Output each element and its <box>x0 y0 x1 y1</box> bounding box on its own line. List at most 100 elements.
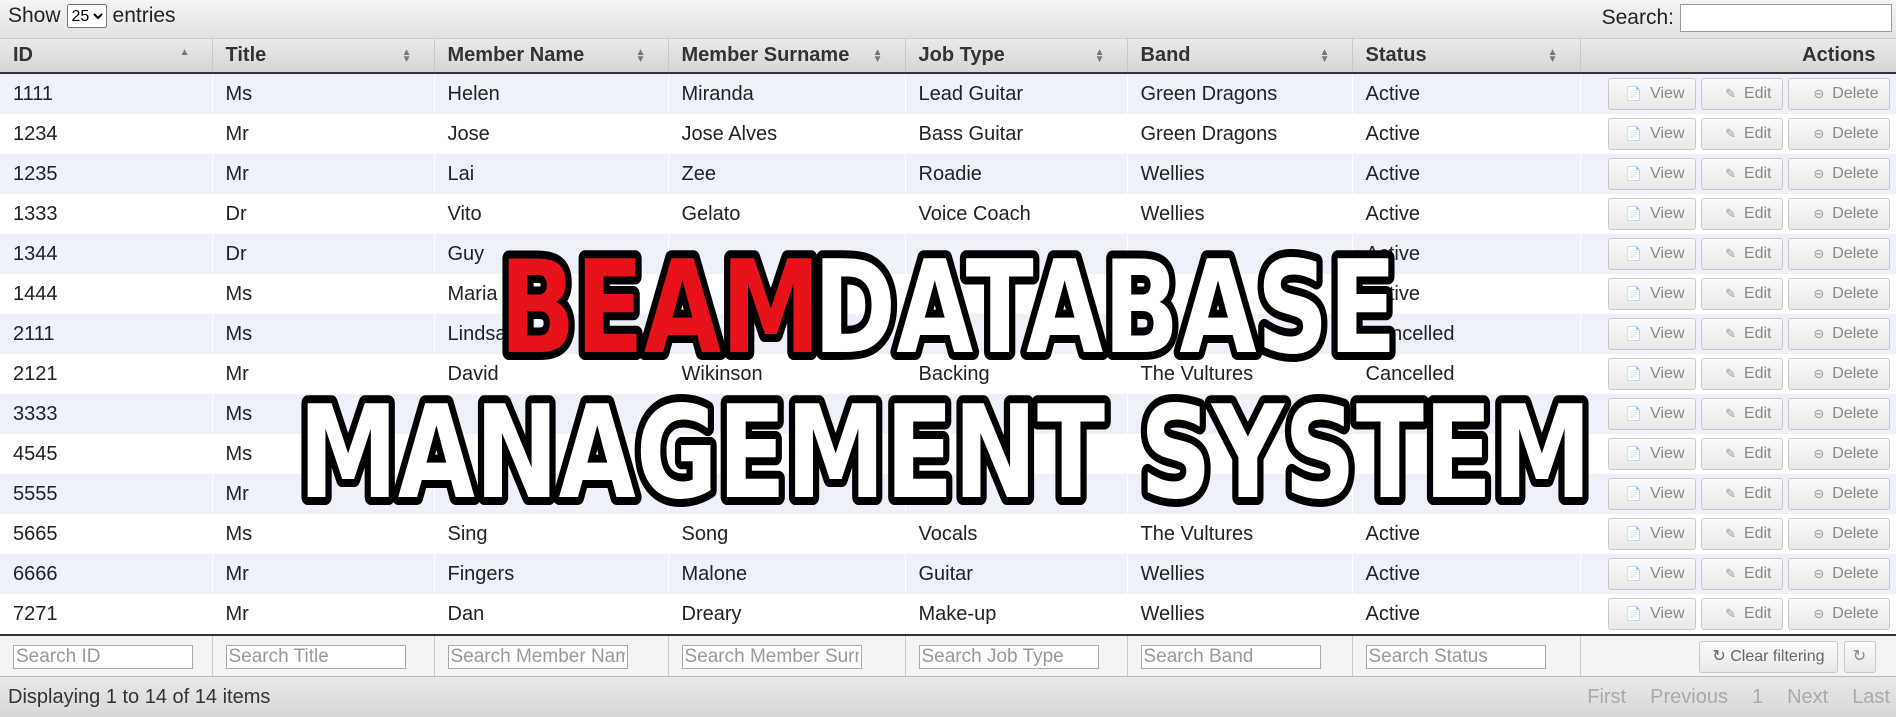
delete-button[interactable]: ⊖ Delete <box>1787 158 1890 190</box>
view-button[interactable]: 📄 View <box>1607 278 1696 310</box>
actions-cell: 📄 View ✎ Edit ⊖ Delete <box>1580 73 1896 114</box>
column-label: Member Name <box>447 44 585 66</box>
filter-job-type-input[interactable] <box>918 645 1099 669</box>
delete-button[interactable]: ⊖ Delete <box>1787 118 1890 150</box>
status-cell: Active <box>1352 274 1580 314</box>
view-button[interactable]: 📄 View <box>1607 238 1696 270</box>
edit-button[interactable]: ✎ Edit <box>1700 78 1783 110</box>
column-label: Title <box>225 44 267 66</box>
edit-button[interactable]: ✎ Edit <box>1700 198 1783 230</box>
delete-button[interactable]: ⊖ Delete <box>1787 558 1890 590</box>
edit-button[interactable]: ✎ Edit <box>1700 598 1783 630</box>
pager-first[interactable]: First <box>1587 686 1626 709</box>
view-button[interactable]: 📄 View <box>1607 358 1696 390</box>
delete-button[interactable]: ⊖ Delete <box>1787 478 1890 510</box>
filter-cell <box>1352 634 1581 678</box>
edit-button[interactable]: ✎ Edit <box>1700 478 1783 510</box>
filter-member-name-input[interactable] <box>447 645 628 669</box>
edit-button[interactable]: ✎ Edit <box>1700 438 1783 470</box>
table-row: 6666 Mr Fingers Malone Guitar Wellies Active 📄 V… <box>0 554 1896 594</box>
pencil-icon: ✎ <box>1725 86 1736 101</box>
edit-button[interactable]: ✎ Edit <box>1700 518 1783 550</box>
view-button[interactable]: 📄 View <box>1607 118 1696 150</box>
job-type-cell <box>905 434 1127 474</box>
pager-page[interactable]: 1 <box>1752 686 1763 709</box>
col-status-header[interactable]: Status ▲ ▼ <box>1352 39 1581 74</box>
table-row: 1111 Ms Helen Miranda Lead Guitar Green Drago… <box>0 73 1896 114</box>
entries-select[interactable]: 25 <box>66 4 107 28</box>
view-button[interactable]: 📄 View <box>1607 598 1696 630</box>
view-button[interactable]: 📄 View <box>1607 78 1696 110</box>
col-member-surname-header[interactable]: Member Surname ▲ ▼ <box>668 39 906 74</box>
delete-button[interactable]: ⊖ Delete <box>1787 198 1890 230</box>
delete-label: Delete <box>1832 245 1879 262</box>
view-button[interactable]: 📄 View <box>1607 438 1696 470</box>
view-button[interactable]: 📄 View <box>1607 158 1696 190</box>
delete-button[interactable]: ⊖ Delete <box>1787 238 1890 270</box>
edit-button[interactable]: ✎ Edit <box>1700 558 1783 590</box>
view-button[interactable]: 📄 View <box>1607 558 1696 590</box>
delete-button[interactable]: ⊖ Delete <box>1787 318 1890 350</box>
show-label: Show <box>8 4 61 27</box>
col-band-header[interactable]: Band ▲ ▼ <box>1127 39 1353 74</box>
delete-button[interactable]: ⊖ Delete <box>1787 358 1890 390</box>
filter-band-input[interactable] <box>1140 645 1321 669</box>
sort-icon: ▲ ▼ <box>401 47 412 65</box>
edit-button[interactable]: ✎ Edit <box>1700 398 1783 430</box>
edit-button[interactable]: ✎ Edit <box>1700 158 1783 190</box>
delete-button[interactable]: ⊖ Delete <box>1787 518 1890 550</box>
view-button[interactable]: 📄 View <box>1607 518 1696 550</box>
view-button[interactable]: 📄 View <box>1607 398 1696 430</box>
actions-cell: 📄 View ✎ Edit ⊖ Delete <box>1580 514 1896 554</box>
member-name-cell <box>434 434 668 474</box>
member-surname-cell: Jose Alves <box>668 114 905 154</box>
member-surname-cell <box>668 434 905 474</box>
delete-button[interactable]: ⊖ Delete <box>1787 438 1890 470</box>
delete-button[interactable]: ⊖ Delete <box>1787 78 1890 110</box>
delete-button[interactable]: ⊖ Delete <box>1787 598 1890 630</box>
minus-circle-icon: ⊖ <box>1813 406 1825 421</box>
view-label: View <box>1650 165 1685 182</box>
job-type-cell: Bass Guitar <box>905 114 1127 154</box>
delete-label: Delete <box>1832 85 1879 102</box>
filter-id-input[interactable] <box>13 645 193 669</box>
edit-button[interactable]: ✎ Edit <box>1700 118 1783 150</box>
view-button[interactable]: 📄 View <box>1607 318 1696 350</box>
filter-title-input[interactable] <box>225 645 406 669</box>
col-member-name-header[interactable]: Member Name ▲ ▼ <box>434 39 669 74</box>
delete-label: Delete <box>1832 565 1879 582</box>
delete-label: Delete <box>1832 445 1879 462</box>
title-cell: Ms <box>212 73 434 114</box>
delete-button[interactable]: ⊖ Delete <box>1787 398 1890 430</box>
edit-button[interactable]: ✎ Edit <box>1700 238 1783 270</box>
col-id-header[interactable]: ID ▲ <box>0 39 213 74</box>
minus-circle-icon: ⊖ <box>1813 326 1825 341</box>
column-label: Actions <box>1802 44 1876 66</box>
filter-member-surname-input[interactable] <box>681 645 862 669</box>
id-cell: 1111 <box>0 73 212 114</box>
pager-last[interactable]: Last <box>1852 686 1890 709</box>
search-input[interactable] <box>1680 4 1892 32</box>
col-title-header[interactable]: Title ▲ ▼ <box>212 39 435 74</box>
edit-button[interactable]: ✎ Edit <box>1700 318 1783 350</box>
view-button[interactable]: 📄 View <box>1607 478 1696 510</box>
edit-label: Edit <box>1743 445 1772 462</box>
clear-filtering-label: Clear filtering <box>1730 648 1825 665</box>
refresh-icon[interactable]: ↻ <box>1843 641 1876 673</box>
id-cell: 7271 <box>0 594 212 635</box>
delete-label: Delete <box>1832 165 1879 182</box>
filter-status-input[interactable] <box>1365 645 1546 669</box>
pager-previous[interactable]: Previous <box>1650 686 1728 709</box>
clear-filtering-button[interactable]: ↻ Clear filtering <box>1699 641 1838 673</box>
pager-next[interactable]: Next <box>1787 686 1828 709</box>
member-surname-cell <box>668 394 905 434</box>
delete-label: Delete <box>1832 605 1879 622</box>
filter-cell <box>668 634 906 678</box>
title-cell: Dr <box>212 234 434 274</box>
delete-button[interactable]: ⊖ Delete <box>1787 278 1890 310</box>
view-button[interactable]: 📄 View <box>1607 198 1696 230</box>
edit-button[interactable]: ✎ Edit <box>1700 278 1783 310</box>
col-job-type-header[interactable]: Job Type ▲ ▼ <box>905 39 1128 74</box>
job-type-cell <box>905 314 1127 354</box>
edit-button[interactable]: ✎ Edit <box>1700 358 1783 390</box>
